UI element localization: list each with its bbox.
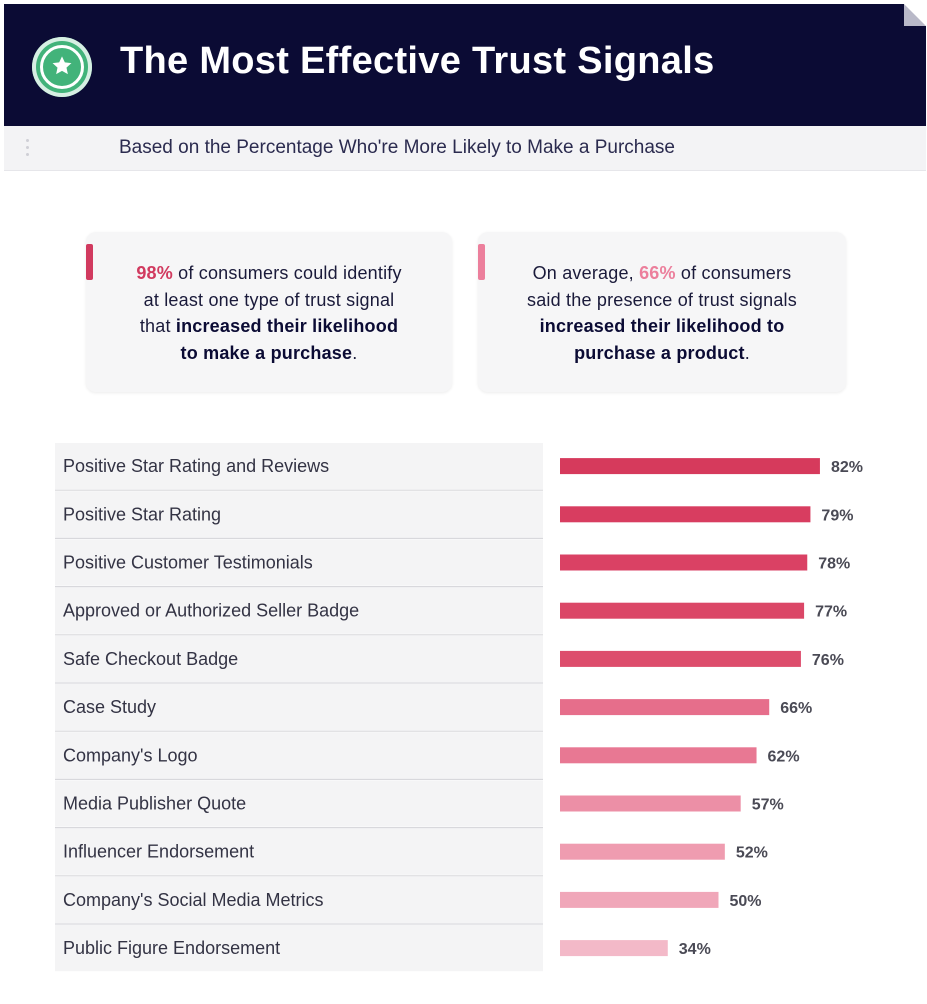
category-label: Company's Social Media Metrics — [63, 890, 324, 910]
category-label: Media Publisher Quote — [63, 794, 246, 814]
category-label: Case Study — [63, 697, 156, 717]
bar-1 — [560, 458, 820, 475]
bar-7 — [560, 747, 757, 764]
category-label: Positive Star Rating and Reviews — [63, 456, 329, 476]
bar-3 — [560, 554, 808, 571]
bar-6 — [560, 699, 770, 716]
trust-signals-bar-chart: Positive Star Rating and Reviews 82% Posit… — [55, 443, 863, 972]
bar-5 — [560, 650, 801, 667]
value-label: 78% — [818, 556, 850, 573]
bar-10 — [560, 891, 719, 908]
value-label: 62% — [768, 748, 800, 765]
category-label: Approved or Authorized Seller Badge — [63, 601, 359, 621]
value-label: 82% — [831, 459, 863, 476]
category-label: Positive Star Rating — [63, 504, 221, 524]
value-label: 34% — [679, 941, 711, 958]
bar-4 — [560, 602, 805, 619]
bar-8 — [560, 795, 741, 812]
category-label: Influencer Endorsement — [63, 842, 254, 862]
category-label: Positive Customer Testimonials — [63, 553, 313, 573]
category-label: Company's Logo — [63, 745, 198, 765]
category-label: Public Figure Endorsement — [63, 938, 280, 958]
category-label: Safe Checkout Badge — [63, 649, 238, 669]
value-label: 79% — [821, 507, 853, 524]
bar-2 — [560, 506, 811, 523]
value-label: 76% — [812, 652, 844, 669]
value-label: 66% — [780, 700, 812, 717]
bar-9 — [560, 843, 725, 860]
value-label: 52% — [736, 845, 768, 862]
value-label: 57% — [752, 797, 784, 814]
bar-11 — [560, 940, 668, 957]
value-label: 50% — [730, 893, 762, 910]
value-label: 77% — [815, 604, 847, 621]
